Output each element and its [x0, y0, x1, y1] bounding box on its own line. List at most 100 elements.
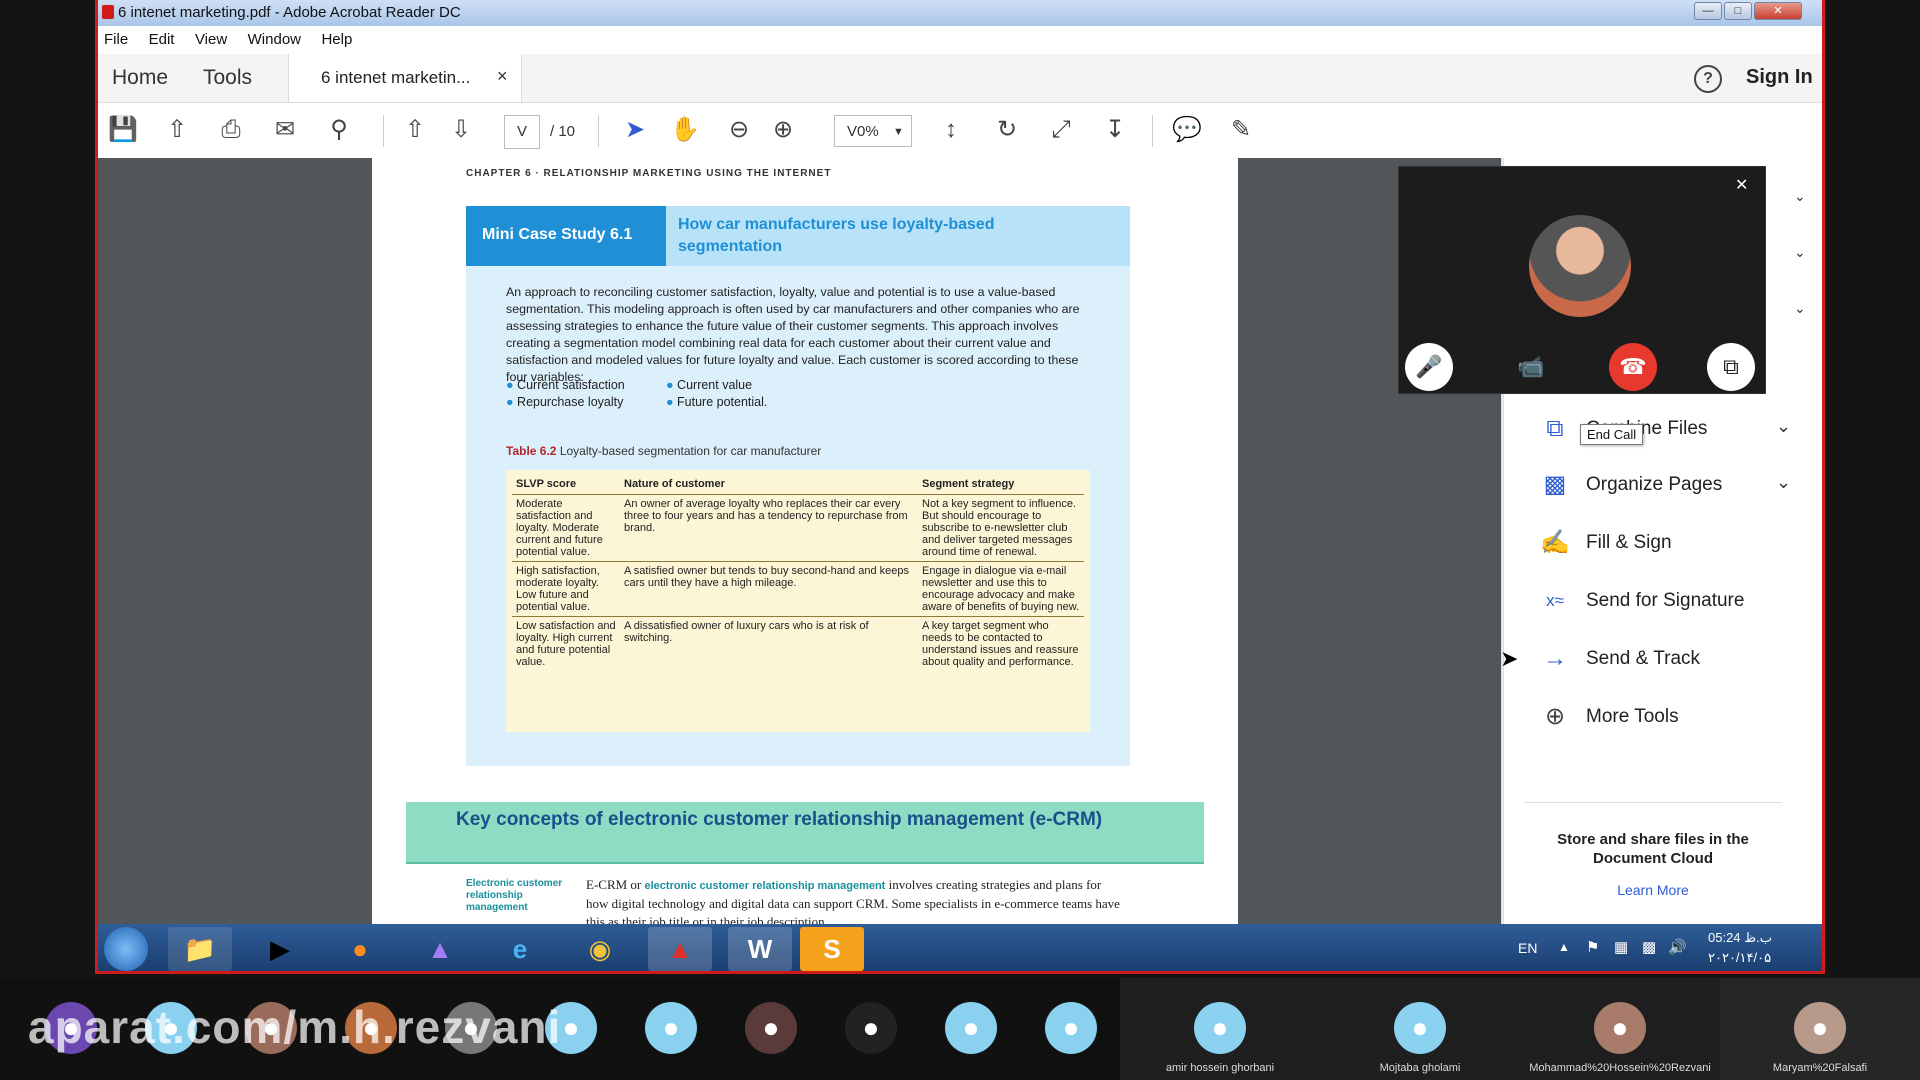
table-row: High satisfaction, moderate loyalty. Low… [512, 561, 1084, 617]
rotate-icon[interactable]: ↻ [990, 113, 1024, 147]
menu-window[interactable]: Window [248, 26, 301, 48]
language-indicator[interactable]: EN [1518, 940, 1537, 956]
tool-organize-pages[interactable]: ▩ Organize Pages ⌄ [1540, 466, 1800, 506]
tool-send-track[interactable]: → Send & Track [1540, 640, 1800, 680]
firefox-icon[interactable]: ● [328, 927, 392, 971]
acrobat-taskbar-icon[interactable]: ▲ [648, 927, 712, 971]
close-window-button[interactable]: ✕ [1754, 2, 1802, 20]
tool-more-tools[interactable]: ⊕ More Tools [1540, 698, 1800, 738]
bullet-repurchase-loyalty: ● Repurchase loyalty [506, 395, 624, 409]
more-tools-icon: ⊕ [1544, 703, 1566, 730]
internet-explorer-icon[interactable]: e [488, 927, 552, 971]
network-icon[interactable]: ▦ [1614, 938, 1628, 956]
menu-help[interactable]: Help [321, 26, 352, 48]
comment-icon[interactable]: 💬 [1170, 113, 1204, 147]
fullscreen-icon[interactable]: ⤢ [1044, 113, 1078, 147]
table-caption: Table 6.2 Loyalty-based segmentation for… [506, 444, 821, 458]
tab-home[interactable]: Home [112, 66, 168, 90]
email-icon[interactable]: ✉ [268, 113, 302, 147]
participant-tile[interactable]: ● Maryam%20Falsafi [1720, 978, 1920, 1080]
participant-tile[interactable]: ● Mojtaba gholami [1320, 978, 1520, 1080]
zoom-in-icon[interactable]: ⊕ [766, 113, 800, 147]
zoom-value: V0% [847, 123, 879, 140]
video-call-window: ✕ 🎤 📹 ☎ ⧉ [1398, 166, 1766, 394]
clock-time[interactable]: 05:24 ب.ظ [1708, 930, 1772, 946]
start-button[interactable] [104, 927, 148, 971]
chevron-down-icon[interactable]: ⌄ [1776, 472, 1791, 493]
save-icon[interactable]: 💾 [106, 113, 140, 147]
case-study-box: Mini Case Study 6.1 How car manufacturer… [466, 206, 1130, 766]
close-call-window-icon[interactable]: ✕ [1735, 175, 1748, 195]
signal-icon[interactable]: ▩ [1642, 938, 1656, 956]
chevron-down-icon[interactable]: ⌄ [1794, 188, 1806, 205]
acrobat-app-icon [102, 5, 114, 19]
help-icon[interactable]: ? [1694, 65, 1722, 93]
participant-tile[interactable]: ● [920, 978, 1020, 1080]
table-header-cell: Segment strategy [918, 474, 1084, 495]
participant-tile[interactable]: ● [620, 978, 720, 1080]
tool-label: Organize Pages [1586, 474, 1723, 495]
close-tab-icon[interactable]: × [497, 66, 508, 87]
page-number-input[interactable]: V [504, 115, 540, 149]
tab-tools[interactable]: Tools [203, 66, 252, 90]
table-cell: A key target segment who needs to be con… [918, 616, 1084, 671]
fit-page-icon[interactable]: ↕ [934, 113, 968, 147]
select-cursor-icon[interactable]: ➤ [618, 113, 652, 147]
sign-in-button[interactable]: Sign In [1746, 66, 1813, 89]
participant-tile[interactable]: ● Mohammad%20Hossein%20Rezvani [1520, 978, 1720, 1080]
caller-avatar [1529, 215, 1631, 317]
read-mode-icon[interactable]: ↧ [1098, 113, 1132, 147]
microphone-button[interactable]: 🎤 [1405, 343, 1453, 391]
skype-icon[interactable]: S [800, 927, 864, 971]
tool-fill-sign[interactable]: ✍ Fill & Sign [1540, 524, 1800, 564]
toolbar-divider [598, 115, 599, 147]
document-viewer[interactable]: CHAPTER 6 · RELATIONSHIP MARKETING USING… [98, 158, 1503, 924]
tool-combine-files[interactable]: ⧉ Combine Files ⌄ End Call [1540, 410, 1800, 450]
participant-tile[interactable]: ● [1020, 978, 1120, 1080]
pop-out-button[interactable]: ⧉ [1707, 343, 1755, 391]
menu-file[interactable]: File [104, 26, 128, 48]
zoom-out-icon[interactable]: ⊖ [722, 113, 756, 147]
minimize-button[interactable]: — [1694, 2, 1722, 20]
tab-document[interactable]: 6 intenet marketin... × [288, 54, 522, 102]
clock-date[interactable]: ۲۰۲۰/۱۴/۰۵ [1708, 950, 1771, 966]
search-icon[interactable]: ⚲ [322, 113, 356, 147]
toolbar-divider [1152, 115, 1153, 147]
volume-icon[interactable]: 🔊 [1668, 938, 1687, 956]
acrobat-window: 6 intenet marketing.pdf - Adobe Acrobat … [95, 0, 1825, 974]
media-player-icon[interactable]: ▶ [248, 927, 312, 971]
chrome-icon[interactable]: ◉ [568, 927, 632, 971]
camera-off-button[interactable]: 📹 [1507, 343, 1555, 391]
flag-icon[interactable]: ⚑ [1586, 938, 1599, 956]
next-page-icon[interactable]: ⇩ [444, 113, 478, 147]
window-title: 6 intenet marketing.pdf - Adobe Acrobat … [118, 4, 461, 21]
menu-edit[interactable]: Edit [149, 26, 175, 48]
participant-tile[interactable]: ● [720, 978, 820, 1080]
learn-more-link[interactable]: Learn More [1524, 882, 1782, 898]
show-hidden-icons-icon[interactable]: ▲ [1558, 940, 1570, 954]
visual-studio-icon[interactable]: ▲ [408, 927, 472, 971]
toolbar-divider [383, 115, 384, 147]
chevron-down-icon[interactable]: ⌄ [1776, 416, 1791, 437]
previous-page-icon[interactable]: ⇧ [398, 113, 432, 147]
user-avatar-icon: ● [1194, 1002, 1246, 1054]
windows-taskbar: 📁 ▶ ● ▲ e ◉ ▲ W S EN ▲ ⚑ ▦ ▩ 🔊 05:24 ب.ظ… [98, 924, 1822, 971]
maximize-button[interactable]: □ [1724, 2, 1752, 20]
word-icon[interactable]: W [728, 927, 792, 971]
print-icon[interactable]: ⎙ [214, 113, 248, 147]
chevron-down-icon[interactable]: ⌄ [1794, 244, 1806, 261]
highlight-pen-icon[interactable]: ✎ [1224, 113, 1258, 147]
panel-divider [1524, 802, 1782, 803]
end-call-button[interactable]: ☎ [1609, 343, 1657, 391]
participant-tile[interactable]: ● [820, 978, 920, 1080]
file-explorer-icon[interactable]: 📁 [168, 927, 232, 971]
hand-tool-icon[interactable]: ✋ [668, 113, 702, 147]
tab-bar: Home Tools 6 intenet marketin... × ? Sig… [98, 54, 1822, 103]
participant-tile[interactable]: ● amir hossein ghorbani [1120, 978, 1320, 1080]
zoom-select[interactable]: V0% ▼ [834, 115, 912, 147]
menu-view[interactable]: View [195, 26, 227, 48]
upload-icon[interactable]: ⇧ [160, 113, 194, 147]
tool-send-for-signature[interactable]: x≈ Send for Signature [1540, 582, 1800, 622]
chevron-down-icon[interactable]: ⌄ [1794, 300, 1806, 317]
user-avatar-icon: ● [1394, 1002, 1446, 1054]
